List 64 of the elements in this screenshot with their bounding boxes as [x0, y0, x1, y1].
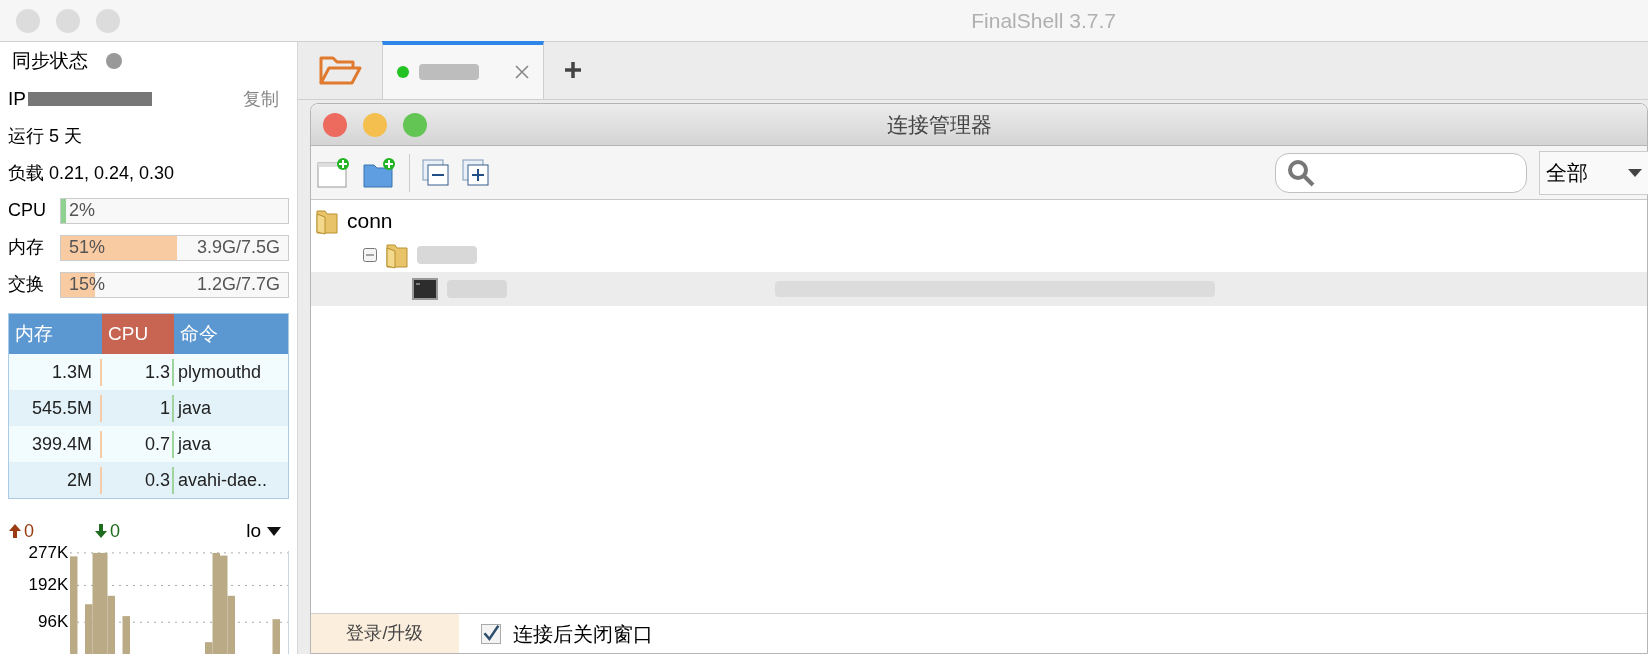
add-tab-icon[interactable]	[564, 61, 582, 79]
download-arrow-icon	[94, 523, 108, 539]
new-folder-icon[interactable]	[363, 156, 397, 189]
search-field[interactable]	[1275, 152, 1527, 193]
load-text: 负载 0.21, 0.24, 0.30	[8, 162, 176, 185]
sync-status-icon	[106, 53, 122, 69]
terminal-icon	[411, 277, 439, 301]
meter-percent: 51%	[69, 236, 106, 259]
meter-label: CPU	[8, 199, 47, 222]
table-cell-text: avahi-dae..	[177, 468, 269, 492]
new-connection-icon[interactable]	[317, 156, 351, 189]
checkbox-label: 连接后关闭窗口	[513, 621, 653, 647]
collapse-toggle[interactable]	[363, 248, 377, 262]
table-cell: 0.7	[102, 430, 174, 458]
axis-tick-label: 192K	[28, 576, 69, 595]
column-header[interactable]: CPU	[102, 314, 174, 354]
meter-percent: 15%	[69, 273, 106, 296]
uptime-text: 运行 5 天	[8, 125, 83, 148]
tree-label: conn	[347, 208, 393, 235]
dropdown-caret-icon	[267, 526, 281, 536]
axis-tick-label: 96K	[37, 613, 69, 632]
interface-select[interactable]: lo	[246, 516, 281, 546]
table-cell: 0.3	[102, 466, 174, 494]
traffic-bar	[272, 619, 281, 654]
folder-icon	[385, 241, 409, 269]
axis-tick-label: 277K	[28, 543, 69, 562]
table-cell-text: plymouthd	[177, 360, 263, 384]
meter-label: 交换	[8, 273, 45, 296]
expand-all-icon[interactable]	[462, 158, 490, 187]
tree-row[interactable]: conn	[311, 204, 1647, 238]
session-tab[interactable]	[382, 41, 544, 99]
filter-select[interactable]: 全部	[1539, 150, 1648, 195]
table-cell: 1.3	[102, 358, 174, 386]
table-cell: 545.5M	[9, 394, 102, 422]
collapse-all-icon[interactable]	[422, 158, 450, 187]
meter-detail: 3.9G/7.5G	[196, 236, 280, 259]
meter-percent: 2%	[69, 199, 95, 222]
table-cell-text: java	[176, 396, 213, 420]
meter-detail: 1.2G/7.7G	[196, 273, 280, 296]
table-cell-text: java	[176, 432, 213, 456]
table-cell: 2M	[9, 466, 102, 494]
upload-arrow-icon	[8, 523, 22, 539]
redacted-label	[417, 246, 477, 264]
meter-label: 内存	[8, 236, 45, 259]
checkbox[interactable]	[481, 623, 501, 644]
table-cell: 1	[102, 394, 174, 422]
folder-icon	[315, 207, 339, 235]
close-button[interactable]	[323, 112, 347, 137]
login-button[interactable]: 登录/升级	[311, 614, 459, 653]
search-icon	[1286, 157, 1316, 188]
table-cell: 399.4M	[9, 430, 102, 458]
download-rate: 0	[110, 519, 121, 543]
copy-link[interactable]: 复制	[243, 85, 279, 113]
sync-label: 同步状态	[12, 48, 88, 73]
close-icon[interactable]	[515, 65, 529, 79]
ip-label: IP	[8, 86, 26, 111]
dialog-title: 连接管理器	[887, 111, 992, 138]
traffic-bar	[122, 616, 131, 654]
zoom-button[interactable]	[403, 112, 427, 137]
upload-rate: 0	[24, 519, 34, 543]
dropdown-caret-icon	[1628, 168, 1642, 177]
redacted-label	[419, 64, 479, 80]
window-title: FinalShell 3.7.7	[971, 7, 1116, 34]
table-cell: 1.3M	[9, 358, 102, 386]
